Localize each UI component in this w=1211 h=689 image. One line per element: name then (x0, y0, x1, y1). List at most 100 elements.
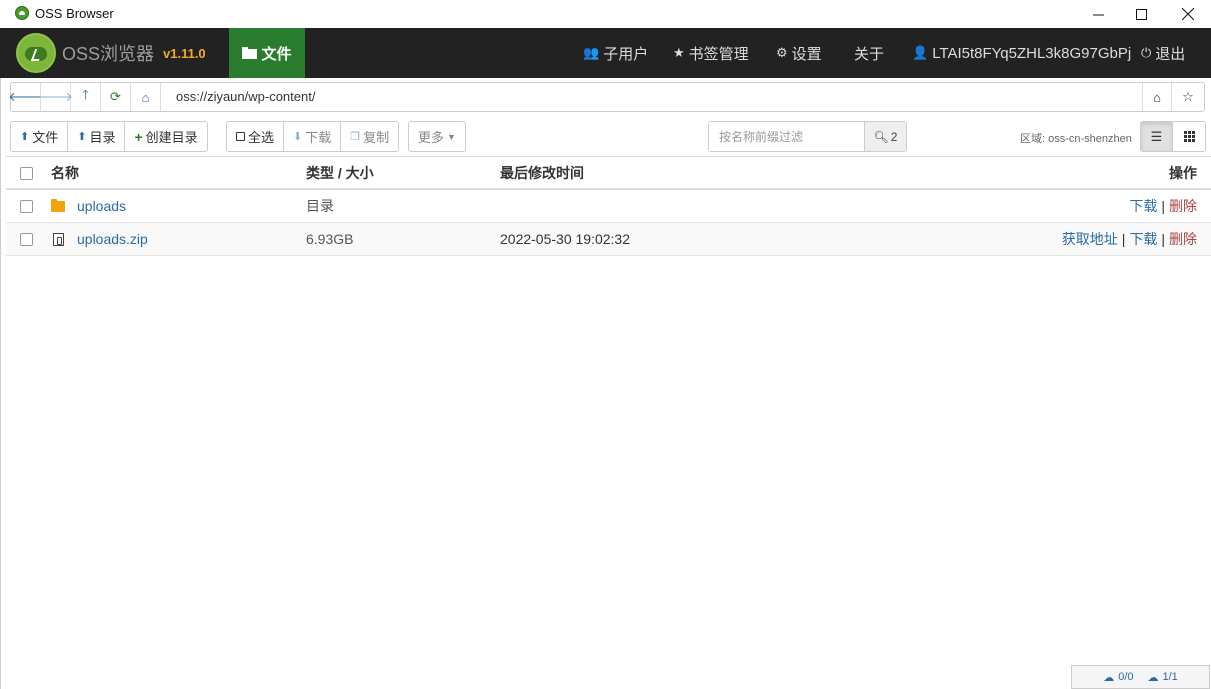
file-toolbar: ⬆ 文件 ⬆ 目录 + 创建目录 全选 ⬇ 下载 ❐ 复制 更多 ▼ 按名称前缀… (0, 118, 1211, 154)
left-edge (0, 78, 5, 689)
grid-view-button[interactable] (1173, 122, 1205, 151)
row-checkbox[interactable] (20, 233, 33, 246)
delete-link[interactable]: 删除 (1169, 229, 1197, 249)
nav-logout[interactable]: ⏻ 退出 (1141, 28, 1185, 78)
download-label: 下载 (305, 130, 332, 145)
address-bar: 🡐 🡒 🡑 ⟳ ⌂ oss://ziyaun/wp-content/ ⌂ ☆ (8, 82, 1205, 112)
header-modified[interactable]: 最后修改时间 (500, 157, 584, 188)
maximize-icon (1135, 8, 1147, 20)
transfer-status[interactable]: ☁ 0/0 ☁ 1/1 (1071, 665, 1210, 689)
minimize-icon (1092, 14, 1104, 15)
maximize-button[interactable] (1118, 0, 1164, 28)
download-count: 1/1 (1162, 671, 1178, 683)
select-all-button[interactable]: 全选 (227, 122, 285, 151)
file-table: 名称 类型 / 大小 最后修改时间 操作 uploads 目录 下载 | 删除 … (6, 156, 1211, 256)
minimize-button[interactable] (1075, 0, 1121, 28)
address-input[interactable]: oss://ziyaun/wp-content/ (166, 83, 1141, 111)
account-key-label: LTAI5t8FYq5ZHL3k8G97GbPj (932, 44, 1132, 62)
list-icon: ☰ (1150, 128, 1163, 144)
refresh-button[interactable]: ⟳ (101, 83, 131, 111)
more-label: 更多 (418, 130, 445, 145)
filter-box: 🔍︎ 2 (708, 121, 907, 152)
copy-icon: ❐ (350, 131, 361, 143)
close-button[interactable] (1165, 0, 1211, 28)
download-link[interactable]: 下载 (1129, 196, 1157, 216)
download-status[interactable]: ☁ 1/1 (1148, 671, 1178, 684)
upload-dir-button[interactable]: ⬆ 目录 (68, 122, 126, 151)
download-link[interactable]: 下载 (1129, 229, 1157, 249)
copy-label: 复制 (363, 130, 390, 145)
header-name[interactable]: 名称 (51, 157, 79, 188)
row-checkbox[interactable] (20, 200, 33, 213)
back-button[interactable]: 🡐 (8, 83, 43, 111)
home-icon: ⌂ (1153, 89, 1161, 105)
create-dir-button[interactable]: + 创建目录 (125, 122, 206, 151)
download-button[interactable]: ⬇ 下载 (284, 122, 342, 151)
arrow-up-icon: 🡑 (82, 87, 89, 102)
nav-subusers[interactable]: 👥 子用户 (583, 28, 648, 78)
up-button[interactable]: 🡑 (71, 83, 101, 111)
window-titlebar: OSS Browser (0, 0, 1211, 28)
forward-button[interactable]: 🡒 (38, 83, 73, 111)
file-modified: 2022-05-30 19:02:32 (500, 231, 630, 247)
logout-label: 退出 (1155, 45, 1186, 63)
file-name-link[interactable]: uploads.zip (77, 231, 148, 247)
home-icon: ⌂ (141, 89, 150, 105)
separator: | (1121, 231, 1126, 247)
filter-search-button[interactable]: 🔍︎ 2 (864, 122, 906, 151)
get-url-link[interactable]: 获取地址 (1062, 229, 1118, 249)
brand-name: OSS浏览器 (62, 44, 155, 64)
refresh-icon: ⟳ (110, 89, 121, 104)
delete-link[interactable]: 删除 (1169, 196, 1197, 216)
upload-file-button[interactable]: ⬆ 文件 (11, 122, 69, 151)
list-view-button[interactable]: ☰ (1141, 122, 1174, 151)
nav-bookmarks[interactable]: ★ 书签管理 (673, 28, 749, 78)
create-dir-label: 创建目录 (145, 130, 198, 145)
more-dropdown[interactable]: 更多 ▼ (409, 122, 465, 151)
selection-group: 全选 ⬇ 下载 ❐ 复制 (226, 121, 400, 152)
star-icon: ★ (673, 45, 685, 60)
address-home-button[interactable]: ⌂ (1142, 83, 1172, 111)
nav-account[interactable]: 👤 LTAI5t8FYq5ZHL3k8G97GbPj (912, 28, 1131, 78)
view-toggle: ☰ (1140, 121, 1206, 152)
separator: | (1161, 198, 1165, 214)
users-icon: 👥 (583, 45, 600, 60)
file-name-link[interactable]: uploads (77, 198, 126, 214)
filter-count: 2 (890, 129, 898, 144)
table-header: 名称 类型 / 大小 最后修改时间 操作 (6, 156, 1211, 190)
upload-status[interactable]: ☁ 0/0 (1103, 671, 1133, 684)
nav-settings[interactable]: ⚙ 设置 (776, 28, 822, 78)
upload-dir-label: 目录 (89, 130, 116, 145)
arrow-right-icon: 🡒 (38, 89, 73, 104)
table-row[interactable]: uploads 目录 下载 | 删除 (6, 190, 1211, 223)
window-title: OSS Browser (35, 6, 114, 21)
app-icon (15, 6, 29, 20)
nav-settings-label: 设置 (791, 45, 822, 63)
table-row[interactable]: uploads.zip 6.93GB 2022-05-30 19:02:32 获… (6, 223, 1211, 256)
home-button[interactable]: ⌂ (131, 83, 161, 111)
grid-icon (1183, 131, 1195, 142)
nav-about-label: 关于 (854, 45, 885, 63)
upload-icon: ⬆ (20, 131, 30, 143)
header-actions: 操作 (1169, 164, 1197, 181)
folder-icon (51, 198, 65, 212)
select-all-checkbox[interactable] (20, 167, 33, 180)
bookmark-button[interactable]: ☆ (1173, 83, 1203, 111)
header-type-size[interactable]: 类型 / 大小 (306, 157, 374, 188)
search-icon: 🔍︎ (873, 129, 889, 144)
filter-input[interactable] (709, 122, 864, 151)
file-size: 6.93GB (306, 231, 354, 247)
nav-subusers-label: 子用户 (603, 45, 649, 63)
upload-icon: ⬆ (77, 131, 87, 143)
upload-count: 0/0 (1118, 671, 1134, 683)
user-icon: 👤 (912, 45, 929, 60)
nav-files-tab[interactable]: 文件 (229, 28, 305, 78)
checkbox-outline-icon (236, 132, 245, 141)
nav-bookmarks-label: 书签管理 (688, 45, 749, 63)
copy-button[interactable]: ❐ 复制 (341, 122, 398, 151)
cloud-upload-icon: ☁ (1103, 671, 1115, 684)
nav-about[interactable]: 关于 (854, 28, 884, 78)
star-outline-icon: ☆ (1182, 89, 1194, 104)
logo (16, 33, 56, 73)
download-icon: ⬇ (293, 131, 303, 143)
